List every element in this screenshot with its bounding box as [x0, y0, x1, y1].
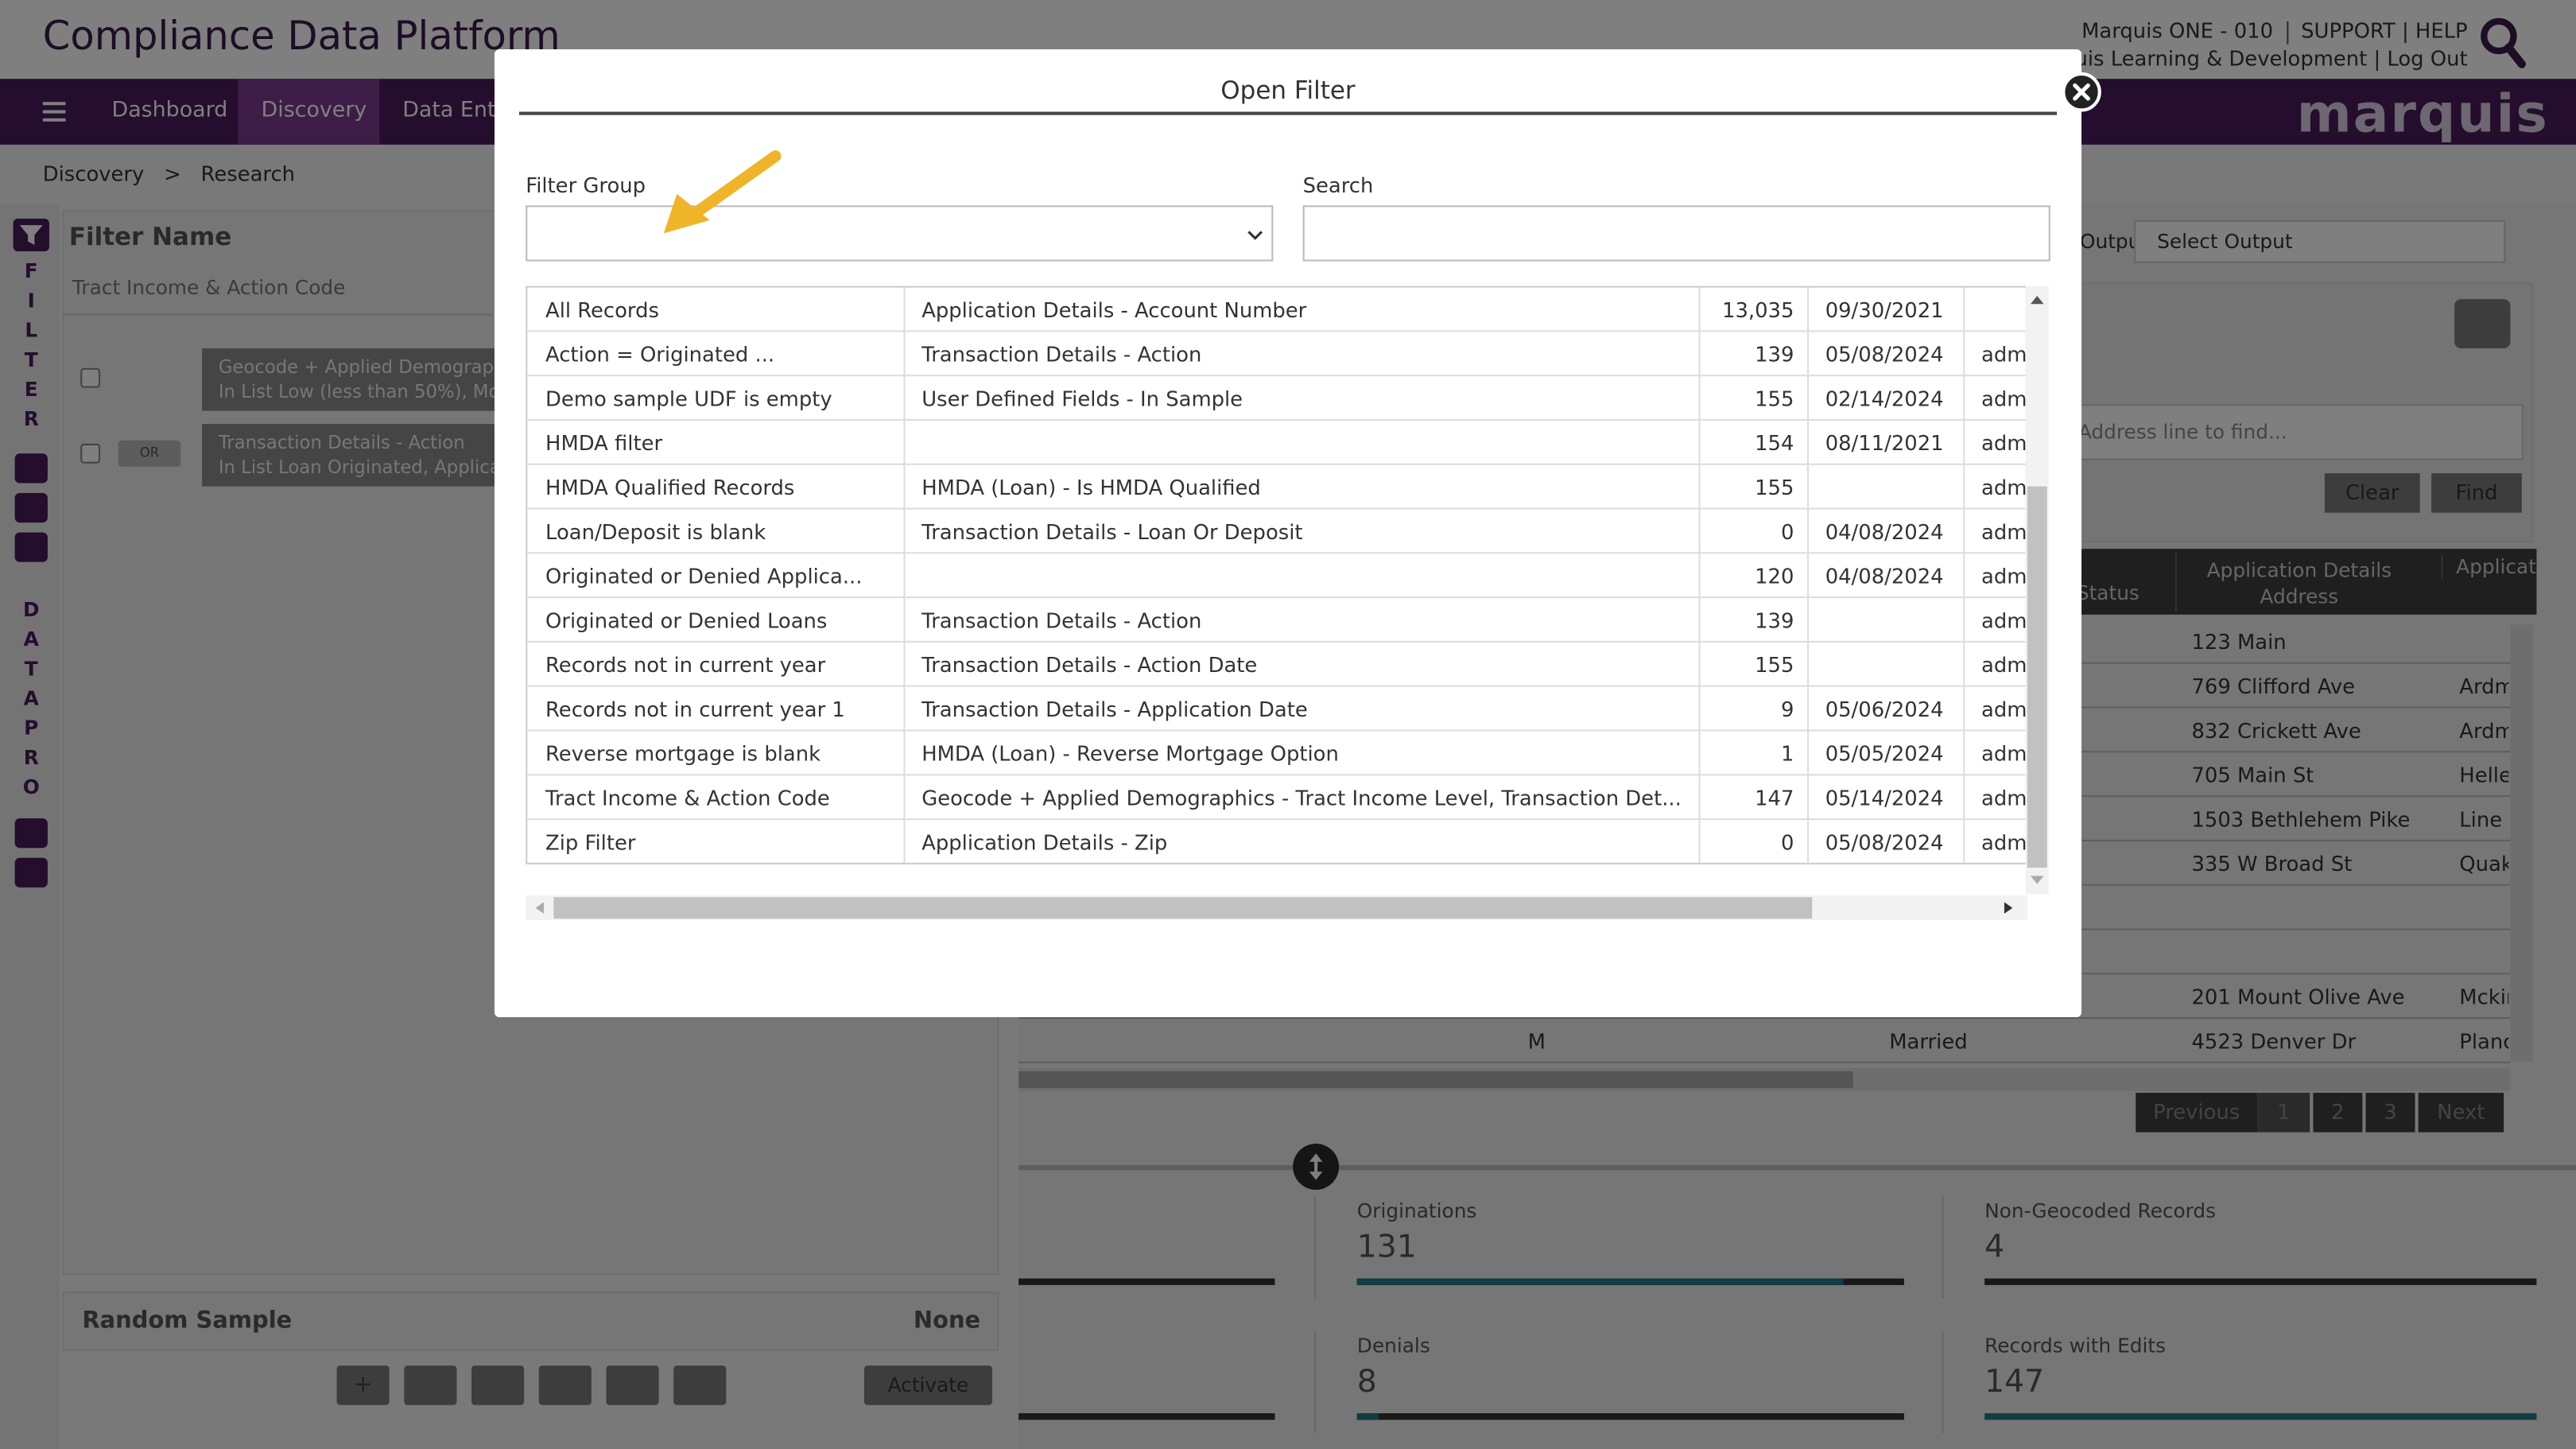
- filter-owner-cell: adm: [1965, 687, 2026, 732]
- filter-owner-cell: adm: [1965, 332, 2026, 376]
- filter-group-label: Filter Group: [526, 172, 646, 197]
- filter-count-cell: 9: [1701, 686, 1810, 732]
- filter-name-cell: Originated or Denied Applica...: [527, 554, 906, 599]
- filter-fields-cell: Transaction Details - Application Date: [906, 686, 1701, 732]
- filter-owner-cell: adm: [1965, 732, 2026, 776]
- filter-list-row[interactable]: Demo sample UDF is empty User Defined Fie…: [527, 376, 2026, 421]
- filter-owner-cell: adm: [1965, 643, 2026, 687]
- filter-date-cell: 05/05/2024: [1809, 731, 1965, 776]
- filter-list-row[interactable]: Originated or Denied Applica... 120 04/08/…: [527, 554, 2026, 599]
- scroll-left-icon[interactable]: [532, 900, 545, 915]
- grid-horizontal-scroll-thumb[interactable]: [553, 897, 1813, 919]
- annotation-arrow-icon: [663, 150, 782, 234]
- filter-date-cell: 04/08/2024: [1809, 554, 1965, 599]
- filter-count-cell: 155: [1701, 464, 1810, 510]
- filter-date-cell: 05/14/2024: [1809, 775, 1965, 821]
- modal-title-rule: [518, 111, 2058, 115]
- filter-count-cell: 154: [1701, 420, 1810, 465]
- filter-date-cell: 09/30/2021: [1809, 287, 1965, 332]
- filter-list-row[interactable]: HMDA filter 154 08/11/2021 adm: [527, 420, 2026, 465]
- filter-owner-cell: adm: [1965, 510, 2026, 554]
- filter-fields-cell: Application Details - Account Number: [906, 287, 1701, 332]
- filter-owner-cell: adm: [1965, 775, 2026, 820]
- chevron-down-icon: [1247, 231, 1263, 240]
- app-root: Compliance Data Platform Marquis ONE - 0…: [0, 0, 2576, 1449]
- filter-name-cell: Action = Originated ...: [527, 332, 906, 377]
- search-label: Search: [1302, 172, 1374, 197]
- grid-vertical-scroll-thumb[interactable]: [2027, 486, 2047, 868]
- filter-fields-cell: Transaction Details - Action Date: [906, 642, 1701, 687]
- filter-date-cell: 05/08/2024: [1809, 332, 1965, 377]
- filter-name-cell: HMDA Qualified Records: [527, 464, 906, 510]
- close-icon[interactable]: [2062, 72, 2101, 112]
- filter-fields-cell: HMDA (Loan) - Reverse Mortgage Option: [906, 731, 1701, 776]
- scroll-up-icon[interactable]: [2029, 293, 2046, 306]
- filter-date-cell: 05/06/2024: [1809, 686, 1965, 732]
- modal-title: Open Filter: [1220, 76, 1356, 106]
- filter-date-cell: 08/11/2021: [1809, 420, 1965, 465]
- filter-list-row[interactable]: Loan/Deposit is blank Transaction Details…: [527, 509, 2026, 554]
- filter-count-cell: 1: [1701, 731, 1810, 776]
- filter-fields-cell: Transaction Details - Action: [906, 332, 1701, 377]
- filter-list-row[interactable]: Action = Originated ... Transaction Detai…: [527, 332, 2026, 377]
- filter-fields-cell: User Defined Fields - In Sample: [906, 376, 1701, 421]
- filter-count-cell: 155: [1701, 642, 1810, 687]
- filter-date-cell: 02/14/2024: [1809, 376, 1965, 421]
- filter-date-cell: [1809, 642, 1965, 687]
- filter-owner-cell: adm: [1965, 598, 2026, 643]
- filter-name-cell: HMDA filter: [527, 420, 906, 465]
- filter-search-input[interactable]: [1302, 205, 2050, 262]
- filter-date-cell: 04/08/2024: [1809, 509, 1965, 554]
- filter-list-grid: All Records Application Details - Account…: [526, 286, 2027, 864]
- filter-name-cell: Records not in current year: [527, 642, 906, 687]
- filter-list-row[interactable]: Reverse mortgage is blank HMDA (Loan) - R…: [527, 731, 2026, 776]
- filter-count-cell: 0: [1701, 820, 1810, 863]
- filter-count-cell: 13,035: [1701, 287, 1810, 332]
- filter-fields-cell: Application Details - Zip: [906, 820, 1701, 863]
- filter-date-cell: [1809, 464, 1965, 510]
- filter-list-row[interactable]: All Records Application Details - Account…: [527, 287, 2026, 332]
- filter-count-cell: 139: [1701, 332, 1810, 377]
- filter-group-select[interactable]: [526, 205, 1274, 262]
- filter-owner-cell: [1965, 288, 2025, 332]
- filter-owner-cell: adm: [1965, 820, 2026, 863]
- filter-count-cell: 0: [1701, 509, 1810, 554]
- filter-name-cell: Originated or Denied Loans: [527, 598, 906, 643]
- filter-fields-cell: HMDA (Loan) - Is HMDA Qualified: [906, 464, 1701, 510]
- filter-name-cell: Records not in current year 1: [527, 686, 906, 732]
- filter-count-cell: 120: [1701, 554, 1810, 599]
- filter-name-cell: Reverse mortgage is blank: [527, 731, 906, 776]
- filter-name-cell: Demo sample UDF is empty: [527, 376, 906, 421]
- filter-date-cell: 05/08/2024: [1809, 820, 1965, 863]
- filter-fields-cell: [906, 420, 1701, 465]
- filter-list-row[interactable]: HMDA Qualified Records HMDA (Loan) - Is H…: [527, 464, 2026, 510]
- filter-list-row[interactable]: Originated or Denied Loans Transaction De…: [527, 598, 2026, 643]
- filter-fields-cell: Geocode + Applied Demographics - Tract I…: [906, 775, 1701, 821]
- filter-fields-cell: Transaction Details - Action: [906, 598, 1701, 643]
- filter-list-row[interactable]: Records not in current year 1 Transaction…: [527, 686, 2026, 732]
- filter-owner-cell: adm: [1965, 465, 2026, 510]
- filter-name-cell: Zip Filter: [527, 820, 906, 863]
- filter-list-row[interactable]: Tract Income & Action Code Geocode + Appl…: [527, 775, 2026, 821]
- filter-name-cell: Loan/Deposit is blank: [527, 509, 906, 554]
- scroll-down-icon[interactable]: [2029, 874, 2046, 888]
- filter-count-cell: 155: [1701, 376, 1810, 421]
- filter-name-cell: All Records: [527, 287, 906, 332]
- filter-list-row[interactable]: Zip Filter Application Details - Zip 0 05/0…: [527, 820, 2026, 863]
- filter-count-cell: 139: [1701, 598, 1810, 643]
- filter-fields-cell: Transaction Details - Loan Or Deposit: [906, 509, 1701, 554]
- filter-list-row[interactable]: Records not in current year Transaction D…: [527, 642, 2026, 687]
- filter-date-cell: [1809, 598, 1965, 643]
- filter-name-cell: Tract Income & Action Code: [527, 775, 906, 821]
- filter-fields-cell: [906, 554, 1701, 599]
- filter-count-cell: 147: [1701, 775, 1810, 821]
- scroll-right-icon[interactable]: [2003, 900, 2016, 915]
- filter-owner-cell: adm: [1965, 376, 2026, 421]
- filter-owner-cell: adm: [1965, 554, 2026, 598]
- filter-owner-cell: adm: [1965, 421, 2026, 465]
